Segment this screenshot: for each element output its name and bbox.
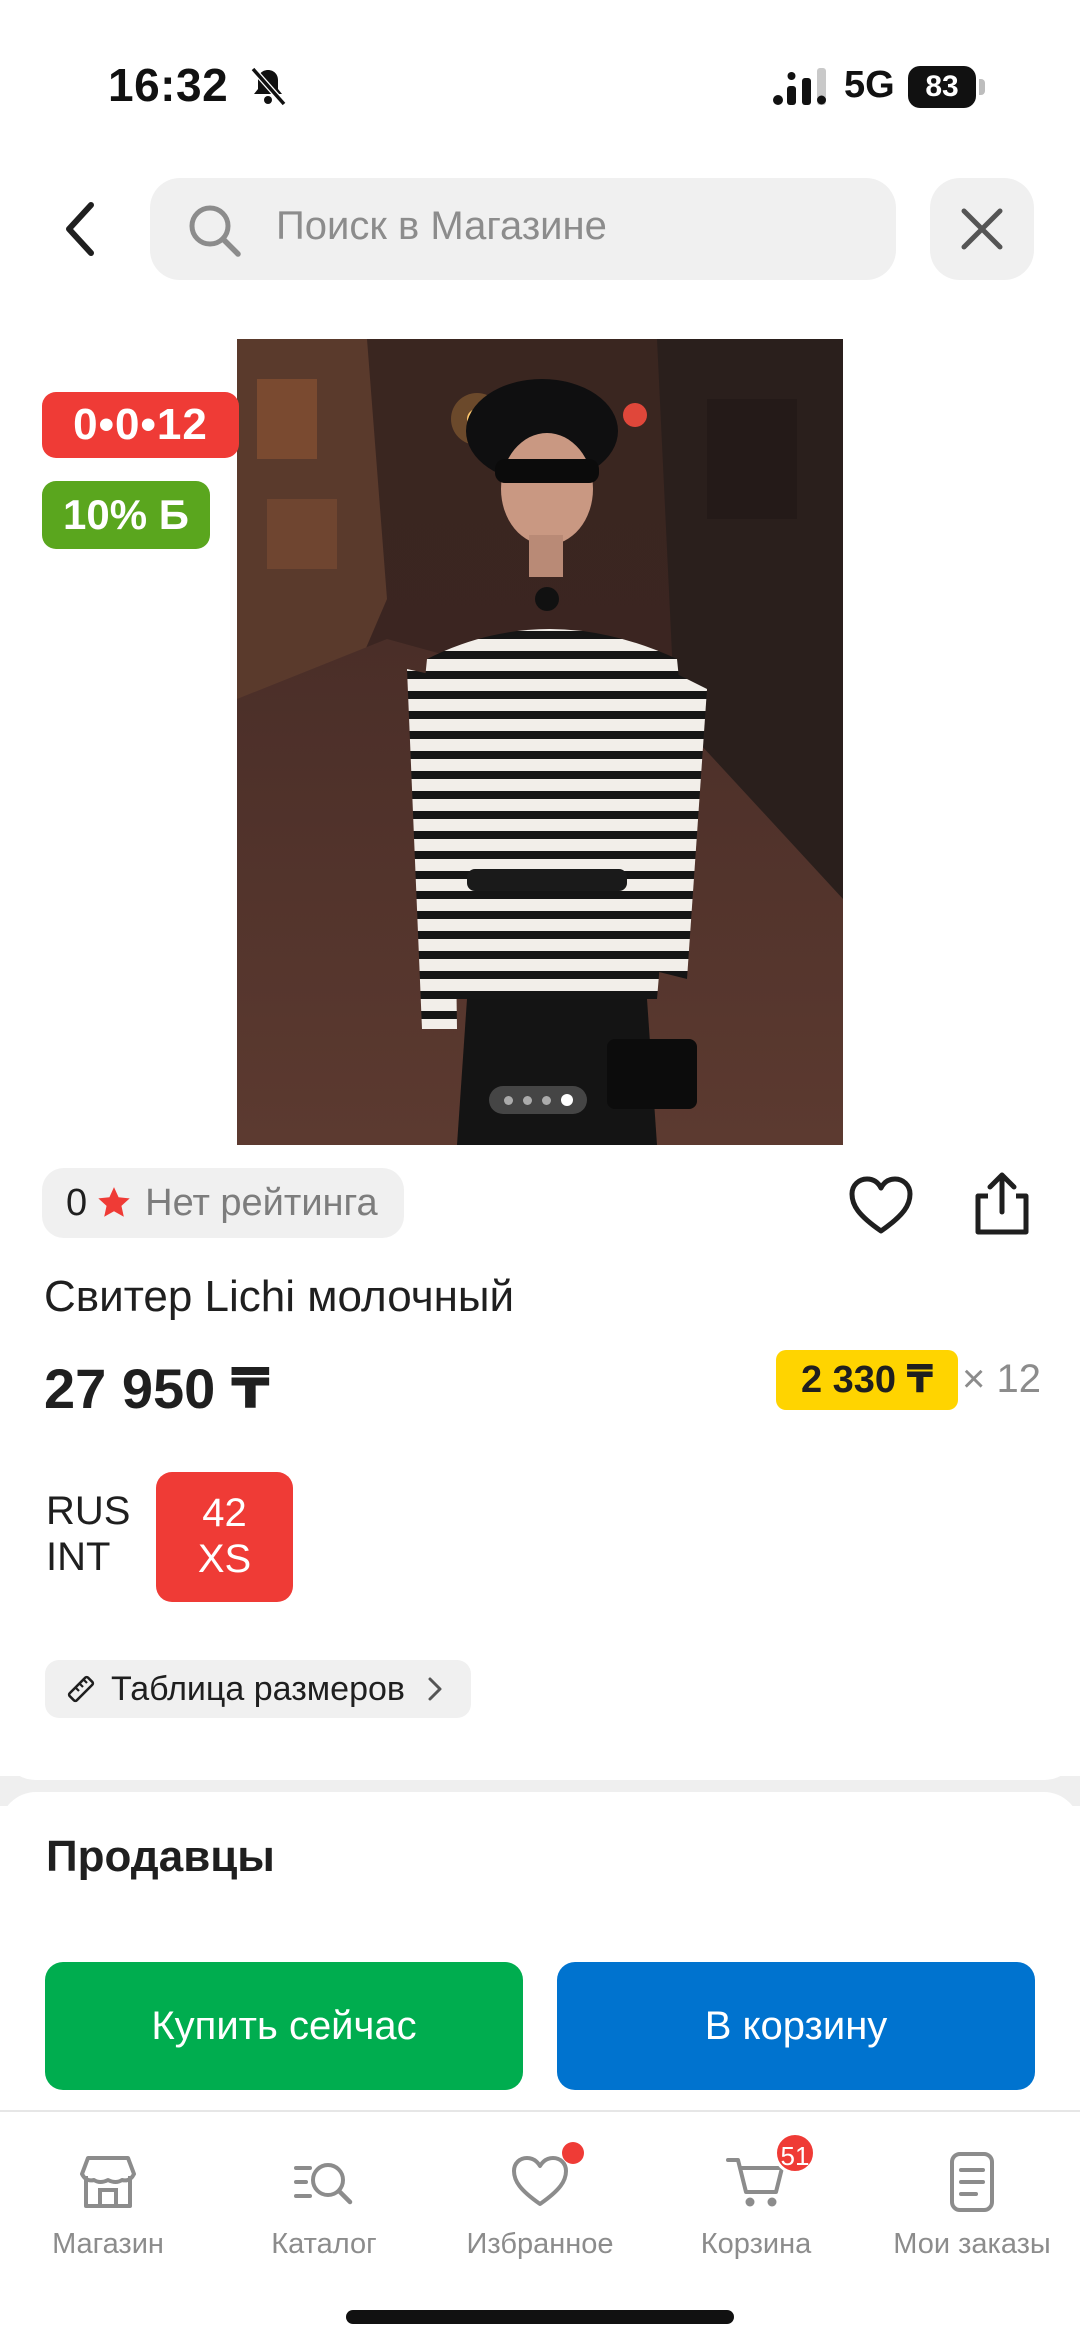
close-icon [961, 208, 1003, 250]
ruler-icon [67, 1675, 95, 1703]
favorites-dot [562, 2142, 584, 2164]
search-placeholder: Поиск в Магазине [276, 204, 607, 248]
signal-icon [773, 68, 826, 105]
size-system-int: INT [46, 1535, 111, 1579]
size-table-link[interactable]: Таблица размеров [45, 1660, 471, 1718]
share-button[interactable] [970, 1170, 1034, 1238]
rating-text: Нет рейтинга [145, 1181, 378, 1224]
installment-price[interactable]: 2 330 ₸ [776, 1350, 958, 1410]
size-value-rus: 42 [202, 1491, 247, 1535]
battery-cap [979, 79, 985, 95]
battery-icon: 83 [908, 66, 986, 108]
installment-timer-badge: 0•0•12 [42, 392, 239, 458]
product-card-bottom [0, 1740, 1080, 1780]
size-value-int: XS [197, 1537, 252, 1581]
product-price: 27 950 ₸ [44, 1357, 270, 1420]
heart-icon [512, 2156, 568, 2206]
product-photo [237, 339, 843, 1145]
home-indicator[interactable] [346, 2310, 734, 2324]
orders-icon [950, 2152, 994, 2212]
star-icon [98, 1187, 130, 1217]
size-option-selected[interactable]: 42 XS [156, 1472, 293, 1602]
header: Поиск в Магазине [0, 172, 1080, 284]
nav-label-cart: Корзина [700, 2228, 812, 2260]
sellers-title: Продавцы [46, 1832, 275, 1881]
store-icon [80, 2156, 136, 2208]
search-input[interactable]: Поиск в Магазине [150, 178, 896, 280]
carousel-dot [541, 1095, 551, 1105]
back-icon [66, 202, 94, 256]
nav-label-orders: Мои заказы [893, 2228, 1051, 2260]
nav-item-cart[interactable]: 51 Корзина [648, 2132, 864, 2270]
rating-count: 0 [66, 1181, 88, 1224]
nav-label-favorites: Избранное [466, 2228, 614, 2260]
status-time: 16:32 [108, 59, 229, 111]
nav-item-store[interactable]: Магазин [0, 2140, 216, 2270]
search-icon [189, 205, 241, 257]
product-title: Свитер Lichi молочный [44, 1272, 515, 1321]
chevron-right-icon [428, 1677, 442, 1701]
bonus-badge: 10% Б [42, 481, 210, 549]
close-button[interactable] [930, 178, 1034, 280]
network-label: 5G [844, 64, 895, 106]
size-system-labels: RUS INT [46, 1488, 130, 1580]
nav-item-orders[interactable]: Мои заказы [864, 2140, 1080, 2270]
status-bar: 16:32 5G 83 [0, 0, 1080, 150]
size-table-label: Таблица размеров [111, 1669, 405, 1708]
rating-pill[interactable]: 0 Нет рейтинга [42, 1168, 404, 1238]
add-to-cart-button[interactable]: В корзину [557, 1962, 1035, 2090]
buy-now-button[interactable]: Купить сейчас [45, 1962, 523, 2090]
back-button[interactable] [46, 194, 116, 264]
carousel-dot [522, 1095, 532, 1105]
battery-level: 83 [908, 66, 976, 108]
nav-label-catalog: Каталог [271, 2228, 377, 2260]
nav-item-catalog[interactable]: Каталог [216, 2140, 432, 2270]
product-image[interactable] [237, 339, 843, 1145]
image-carousel-dots[interactable] [489, 1086, 587, 1114]
nav-item-favorites[interactable]: Избранное [432, 2140, 648, 2270]
catalog-icon [294, 2163, 353, 2205]
favorite-button[interactable] [848, 1175, 914, 1237]
carousel-dot [503, 1095, 513, 1105]
size-system-rus: RUS [46, 1489, 131, 1533]
nav-label-store: Магазин [52, 2228, 164, 2260]
installment-months: × 12 [962, 1357, 1041, 1401]
bell-off-icon [250, 67, 287, 106]
cart-count-badge: 51 [774, 2132, 816, 2174]
carousel-dot-active [560, 1094, 573, 1106]
